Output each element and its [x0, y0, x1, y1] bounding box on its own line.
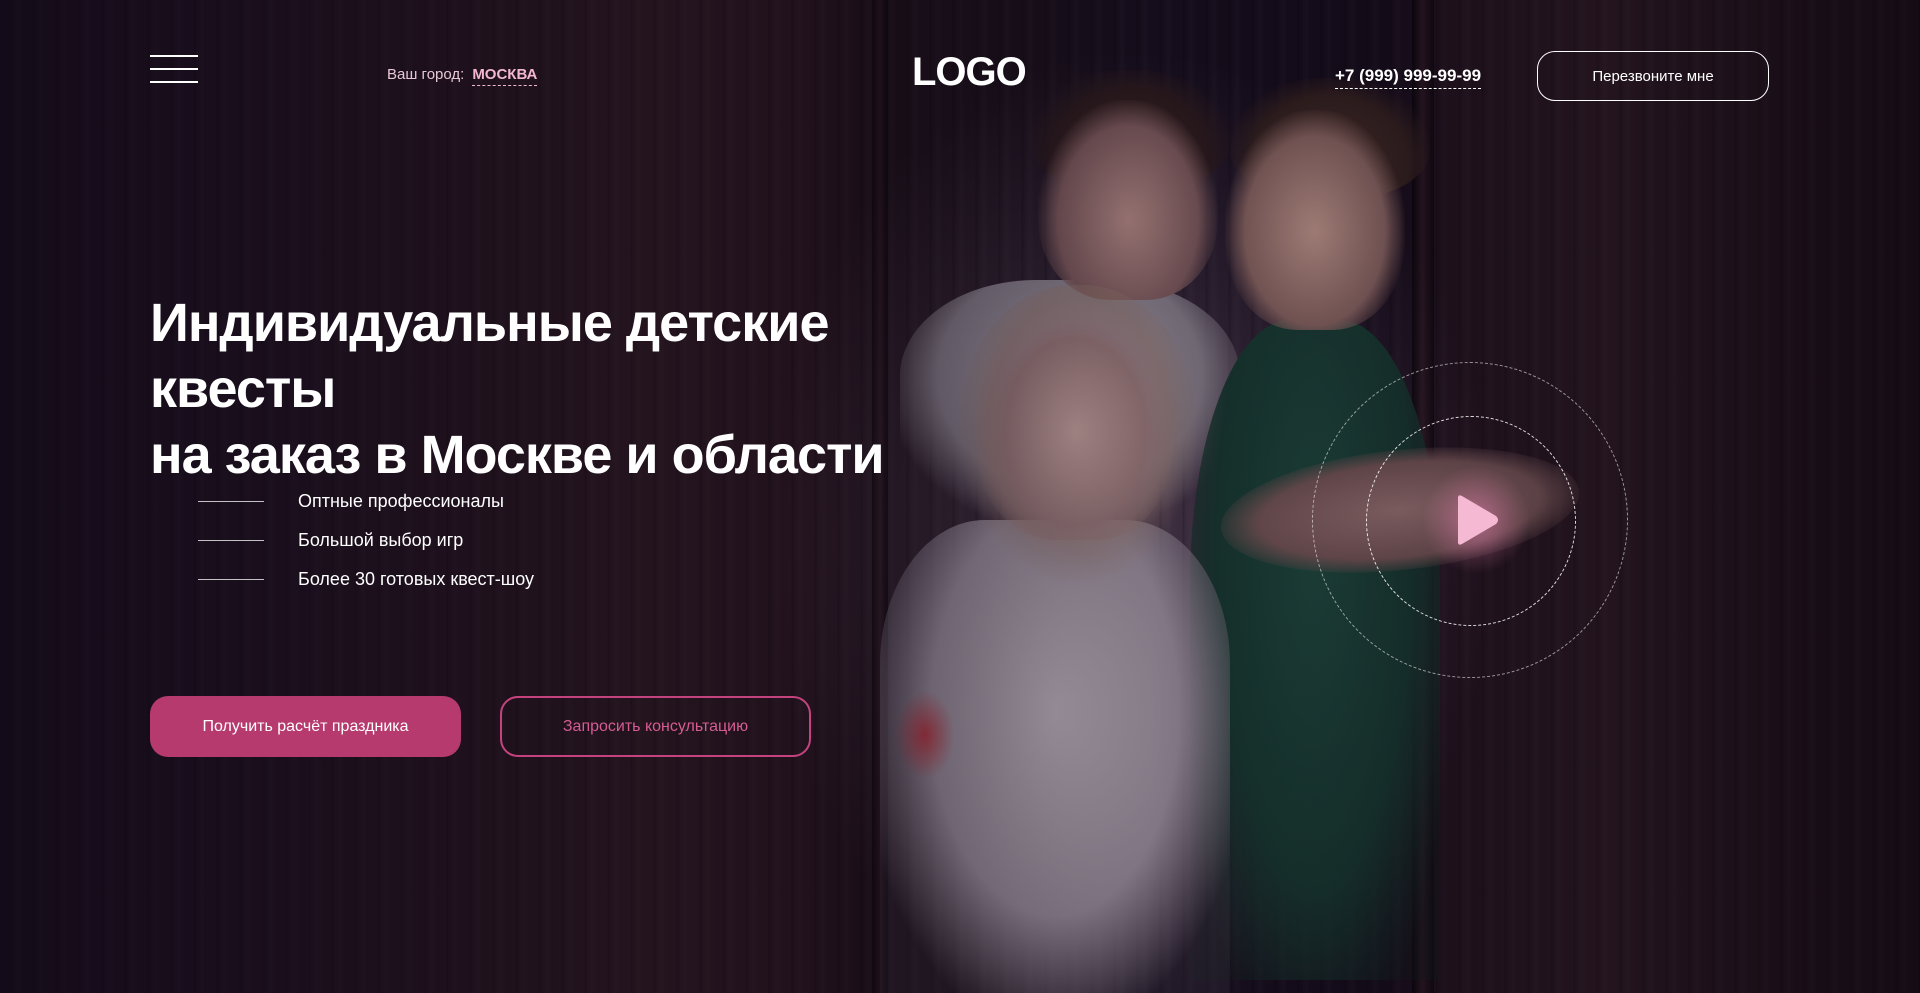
feature-text: Оптные профессионалы	[298, 491, 504, 511]
menu-line-middle	[150, 68, 198, 70]
feature-text: Большой выбор игр	[298, 530, 464, 550]
video-play-widget	[1312, 362, 1628, 678]
city-selector: Ваш город: МОСКВА	[387, 66, 538, 86]
menu-line-bottom	[150, 81, 198, 83]
city-label: Ваш город:	[387, 66, 465, 83]
city-value-link[interactable]: МОСКВА	[472, 66, 538, 86]
feature-dash	[198, 540, 264, 541]
hero-title-line-2: на заказ в Москве и области	[150, 425, 885, 485]
menu-line-top	[150, 55, 198, 57]
phone-link[interactable]: +7 (999) 999-99-99	[1335, 66, 1482, 89]
feature-item: Оптные профессионалы	[198, 486, 534, 525]
feature-list: Оптные профессионалы Большой выбор игр Б…	[198, 486, 534, 603]
site-logo[interactable]: LOGO	[912, 50, 1027, 95]
feature-dash	[198, 501, 264, 502]
hero-title: Индивидуальные детские квесты на заказ в…	[150, 290, 950, 488]
feature-dash	[198, 579, 264, 580]
get-party-estimate-button[interactable]: Получить расчёт праздника	[150, 696, 461, 757]
feature-text: Более 30 готовых квест-шоу	[298, 569, 535, 589]
hero-title-line-1: Индивидуальные детские квесты	[150, 293, 829, 419]
feature-item: Большой выбор игр	[198, 525, 534, 564]
request-consultation-button[interactable]: Запросить консультацию	[500, 696, 811, 757]
feature-item: Более 30 готовых квест-шоу	[198, 564, 534, 603]
hamburger-menu-icon[interactable]	[150, 55, 198, 85]
play-icon[interactable]	[1444, 490, 1504, 550]
callback-button[interactable]: Перезвоните мне	[1537, 51, 1769, 101]
